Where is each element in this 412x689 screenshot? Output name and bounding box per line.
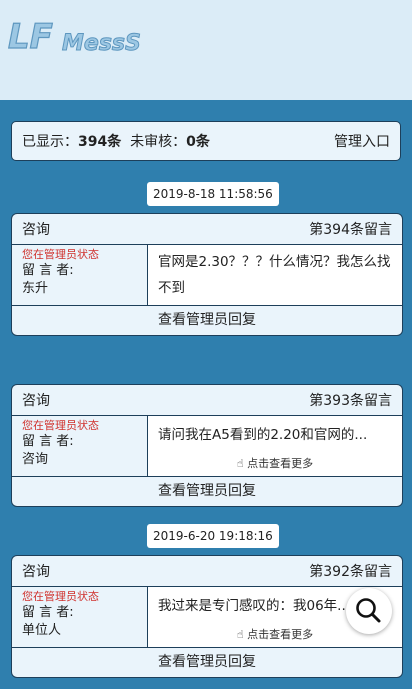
svg-text:MessS: MessS [62, 31, 141, 56]
card-body: 您在管理员状态 留 言 者: 单位人 我过来是专门感叹的：我06年... ☝ 点… [12, 587, 402, 648]
shown-count: 394条 [78, 134, 122, 150]
date-badge: 2019-8-18 11:58:56 [147, 182, 279, 206]
message-card-392: 咨询 第392条留言 您在管理员状态 留 言 者: 单位人 我过来是专门感叹的：… [11, 555, 403, 678]
stats-summary: 已显示：394条 未审核：0条 [22, 131, 210, 151]
admin-state: 您在管理员状态 [22, 590, 99, 603]
author-column: 您在管理员状态 留 言 者: 单位人 [12, 587, 148, 647]
message-content: 请问我在A5看到的2.20和官网的... [158, 427, 368, 443]
header: LF MessS [0, 0, 412, 100]
hand-pointer-icon: ☝ [236, 457, 244, 470]
admin-state: 您在管理员状态 [22, 419, 99, 432]
hand-pointer-icon: ☝ [236, 628, 244, 641]
search-icon [356, 598, 381, 623]
message-category: 咨询 [22, 564, 50, 580]
admin-state: 您在管理员状态 [22, 248, 99, 261]
card-body: 您在管理员状态 留 言 者: 咨询 请问我在A5看到的2.20和官网的... ☝… [12, 416, 402, 477]
pending-count: 0条 [186, 134, 210, 150]
message-card-394: 咨询 第394条留言 您在管理员状态 留 言 者: 东升 官网是2.30？？？什… [11, 213, 403, 336]
card-body: 您在管理员状态 留 言 者: 东升 官网是2.30？？？什么情况？我怎么找不到 [12, 245, 402, 306]
message-number: 第393条留言 [309, 393, 392, 409]
stats-bar: 已显示：394条 未审核：0条 管理入口 [11, 121, 401, 161]
author-name: 东升 [22, 281, 49, 296]
author-label: 留 言 者: [22, 434, 74, 449]
svg-text:LF: LF [8, 17, 53, 57]
card-header: 咨询 第393条留言 [12, 385, 402, 416]
search-button[interactable] [346, 588, 392, 634]
message-category: 咨询 [22, 393, 50, 409]
admin-entry-link[interactable]: 管理入口 [334, 131, 390, 151]
view-more-label: 点击查看更多 [247, 628, 314, 641]
author-column: 您在管理员状态 留 言 者: 东升 [12, 245, 148, 305]
view-reply-button[interactable]: 查看管理员回复 [12, 306, 402, 335]
message-preview: 请问我在A5看到的2.20和官网的... ☝ 点击查看更多 [148, 416, 402, 476]
message-category: 咨询 [22, 222, 50, 238]
view-reply-button[interactable]: 查看管理员回复 [12, 648, 402, 677]
author-name: 咨询 [22, 452, 49, 467]
view-reply-button[interactable]: 查看管理员回复 [12, 477, 402, 506]
card-header: 咨询 第394条留言 [12, 214, 402, 245]
author-label: 留 言 者: [22, 605, 74, 620]
author-name: 单位人 [22, 623, 62, 638]
logo[interactable]: LF MessS [6, 12, 156, 64]
message-number: 第394条留言 [309, 222, 392, 238]
message-card-393: 咨询 第393条留言 您在管理员状态 留 言 者: 咨询 请问我在A5看到的2.… [11, 384, 403, 507]
author-label: 留 言 者: [22, 263, 74, 278]
message-content: 官网是2.30？？？什么情况？我怎么找不到 [148, 245, 402, 305]
view-more-link[interactable]: ☝ 点击查看更多 [148, 456, 402, 472]
pending-label: 未审核： [130, 134, 187, 150]
date-badge: 2019-6-20 19:18:16 [147, 524, 279, 548]
message-number: 第392条留言 [309, 564, 392, 580]
card-header: 咨询 第392条留言 [12, 556, 402, 587]
author-column: 您在管理员状态 留 言 者: 咨询 [12, 416, 148, 476]
view-more-label: 点击查看更多 [247, 457, 314, 470]
shown-label: 已显示： [22, 134, 78, 150]
